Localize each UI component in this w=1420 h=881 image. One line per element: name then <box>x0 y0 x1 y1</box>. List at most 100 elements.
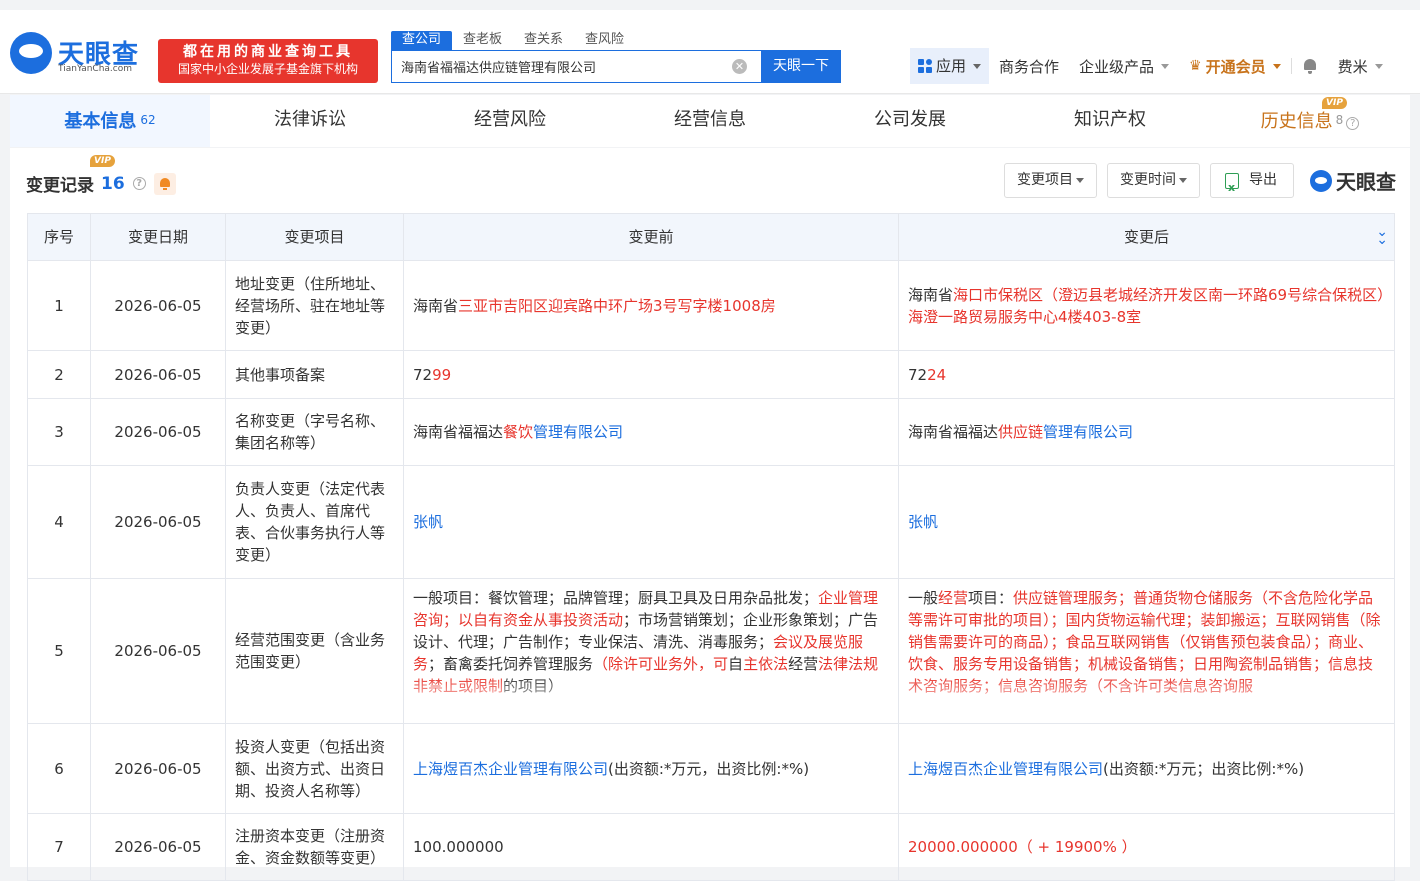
diff-text: 24 <box>927 365 947 384</box>
top-nav: 应用 商务合作 企业级产品 ♛ 开通会员 费米 <box>910 48 1393 84</box>
cell-item: 其他事项备案 <box>225 350 404 399</box>
search-tab-risk[interactable]: 查风险 <box>574 31 635 51</box>
col-date: 变更日期 <box>90 213 226 261</box>
search-tabs: 查公司 查老板 查关系 查风险 <box>391 31 635 51</box>
tab-development[interactable]: 公司发展 <box>810 95 1010 147</box>
company-link[interactable]: 管理有限公司 <box>533 423 623 441</box>
search-button[interactable]: 天眼一下 <box>761 50 841 83</box>
tab-basic-info[interactable]: 基本信息 62 <box>10 95 210 147</box>
tab-count: 62 <box>140 113 156 127</box>
text: 海南省福福达 <box>908 423 999 441</box>
diff-text: 供应链 <box>998 423 1044 441</box>
cell-before: 一般项目：餐饮管理；品牌管理；厨具卫具及日用杂品批发；企业管理咨询；以自有资金从… <box>403 578 899 724</box>
diff-text: 主依法 <box>743 655 789 673</box>
help-icon[interactable]: ? <box>1346 117 1360 130</box>
company-link[interactable]: 上海煜百杰企业管理有限公司 <box>413 760 608 778</box>
scope-text: 一般项目：餐饮管理；品牌管理；厨具卫具及日用杂品批发；企业管理咨询；以自有资金从… <box>413 579 889 714</box>
text: 72 <box>413 365 433 384</box>
help-icon[interactable]: ? <box>132 177 146 190</box>
app-menu-button[interactable]: 应用 <box>910 48 990 84</box>
vip-badge: VIP <box>1322 97 1347 109</box>
cell-date: 2026-06-05 <box>90 350 226 399</box>
search-input[interactable] <box>392 51 712 82</box>
vip-badge: VIP <box>90 155 115 167</box>
cell-date: 2026-06-05 <box>90 465 226 579</box>
diff-text: 三亚市吉阳区迎宾路中环广场3号写字楼1008房 <box>458 296 776 315</box>
clear-icon[interactable]: ✕ <box>732 59 747 74</box>
cell-no: 2 <box>27 350 91 399</box>
cell-after: 上海煜百杰企业管理有限公司(出资额:*万元；出资比例:*%) <box>898 723 1395 814</box>
cell-item: 投资人变更（包括出资额、出资方式、出资日期、投资人名称等） <box>225 723 404 814</box>
filter-change-item[interactable]: 变更项目 <box>1004 163 1097 198</box>
col-item: 变更项目 <box>225 213 404 261</box>
nav-vip[interactable]: ♛ 开通会员 <box>1179 56 1291 77</box>
chevron-down-icon <box>1374 63 1383 69</box>
monitor-bell-icon[interactable] <box>153 172 176 195</box>
user-menu[interactable]: 费米 <box>1328 56 1393 77</box>
eye-logo-icon <box>1310 169 1332 192</box>
tab-label: 历史信息 <box>1260 111 1333 132</box>
cell-item: 注册资本变更（注册资金、资金数额等变更） <box>225 813 404 881</box>
notification-button[interactable] <box>1292 58 1328 74</box>
cell-item: 名称变更（字号名称、集团名称等） <box>225 398 404 466</box>
tab-ip[interactable]: 知识产权 <box>1010 95 1210 147</box>
search-tab-relation[interactable]: 查关系 <box>513 31 574 51</box>
export-button[interactable]: 导出 <box>1210 163 1294 204</box>
cell-no: 7 <box>27 813 91 881</box>
company-link[interactable]: 管理有限公司 <box>1043 423 1133 441</box>
cell-no: 1 <box>27 260 91 351</box>
cell-after: 一般经营项目：供应链管理服务；普通货物仓储服务（不含危险化学品等需许可审批的项目… <box>898 578 1395 724</box>
text: (出资额:*万元；出资比例:*%) <box>1103 759 1305 778</box>
chevron-down-icon <box>1179 178 1187 183</box>
chevron-down-icon <box>1161 63 1170 69</box>
tab-legal[interactable]: 法律诉讼 <box>210 95 410 147</box>
excel-icon <box>1225 171 1239 204</box>
text: 海南省福福达 <box>413 423 504 441</box>
tab-risk[interactable]: 经营风险 <box>410 95 610 147</box>
chevron-down-icon <box>1272 63 1281 69</box>
table-row: 3 2026-06-05 名称变更（字号名称、集团名称等） 海南省福福达餐饮管理… <box>27 398 1395 466</box>
cell-no: 3 <box>27 398 91 466</box>
logo-domain: TianYanCha.com <box>58 64 133 74</box>
expand-all-icon[interactable]: ⌄ ⌄ <box>1376 225 1388 247</box>
cell-after: 海南省福福达供应链管理有限公司 <box>898 398 1395 466</box>
tab-label: 基本信息 <box>64 111 137 132</box>
cell-before: 张帆 <box>403 465 899 579</box>
table-row: 7 2026-06-05 注册资本变更（注册资金、资金数额等变更） 100.00… <box>27 813 1395 881</box>
search-tab-boss[interactable]: 查老板 <box>452 31 513 51</box>
eye-logo-icon <box>10 32 52 74</box>
cell-after: 张帆 <box>898 465 1395 579</box>
filter-label: 变更时间 <box>1120 172 1176 188</box>
slogan-line-2: 国家中小企业发展子基金旗下机构 <box>177 62 358 76</box>
nav-business[interactable]: 商务合作 <box>989 56 1069 77</box>
tab-count: 8 <box>1335 113 1344 127</box>
col-after-label: 变更后 <box>1123 228 1169 246</box>
section-title-label: 变更记录 <box>26 176 94 196</box>
text: 一般 <box>908 589 939 607</box>
filter-change-time[interactable]: 变更时间 <box>1107 163 1200 198</box>
table-row: 6 2026-06-05 投资人变更（包括出资额、出资方式、出资日期、投资人名称… <box>27 723 1395 814</box>
export-label: 导出 <box>1249 172 1277 188</box>
tab-operation[interactable]: 经营信息 <box>610 95 810 147</box>
person-link[interactable]: 张帆 <box>413 513 443 531</box>
table-row: 1 2026-06-05 地址变更（住所地址、经营场所、驻在地址等变更） 海南省… <box>27 260 1395 351</box>
cell-no: 4 <box>27 465 91 579</box>
table-header-row: 序号 变更日期 变更项目 变更前 变更后 ⌄ ⌄ <box>27 213 1395 261</box>
cell-before: 7299 <box>403 350 899 399</box>
text: 海南省 <box>908 285 954 304</box>
filter-label: 变更项目 <box>1017 172 1073 188</box>
tianyancha-logo[interactable]: 天眼查 TianYanCha.com <box>10 30 150 80</box>
slogan-line-1: 都在用的商业查询工具 <box>183 44 353 60</box>
text: 经营 <box>788 655 819 673</box>
cell-before: 海南省三亚市吉阳区迎宾路中环广场3号写字楼1008房 <box>403 260 899 351</box>
search-tab-company[interactable]: 查公司 <box>391 31 453 51</box>
diff-text: 海口市保税区（澄迈县老城经济开发区南一环路69号综合保税区）海澄一路贸易服务中心… <box>908 285 1385 326</box>
company-link[interactable]: 上海煜百杰企业管理有限公司 <box>908 760 1103 778</box>
person-link[interactable]: 张帆 <box>908 513 938 531</box>
section-count: 16 <box>101 173 125 194</box>
slogan-banner: 都在用的商业查询工具 国家中小企业发展子基金旗下机构 <box>158 39 378 83</box>
tab-history[interactable]: VIP 历史信息 8? <box>1210 95 1410 147</box>
nav-enterprise[interactable]: 企业级产品 <box>1069 56 1179 77</box>
change-records-panel: VIP 变更记录 16 ? 变更项目 变更时间 导出 天眼查 序号 变更日期 变… <box>10 148 1410 881</box>
text: 72 <box>908 365 928 384</box>
